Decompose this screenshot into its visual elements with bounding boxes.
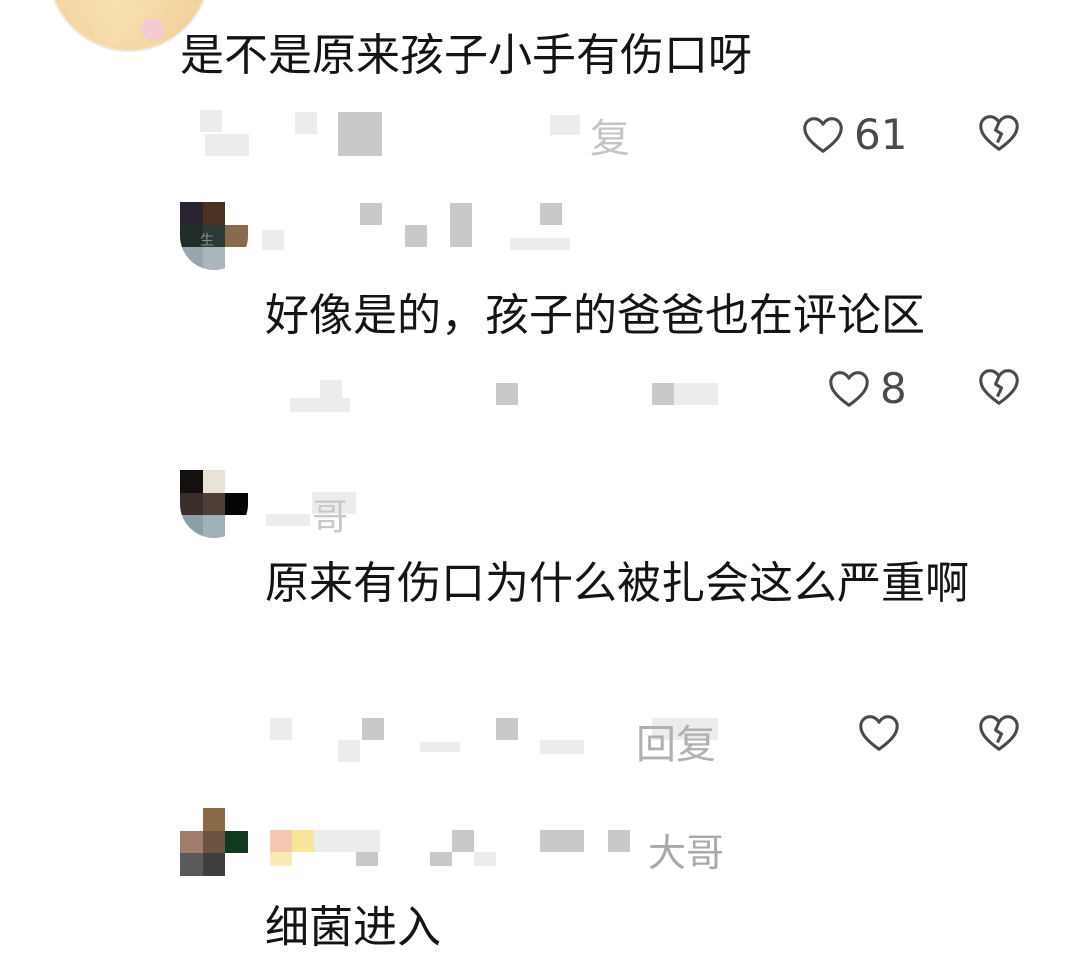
broken-heart-icon [976, 710, 1022, 756]
comment-1-like-count: 61 [854, 110, 908, 159]
comment-1-text: 是不是原来孩子小手有伤口呀 [180, 30, 752, 81]
comment-1-dislike-button[interactable] [976, 110, 1022, 156]
comment-3-reply-fragment[interactable]: 回复 [636, 712, 716, 770]
heart-outline-icon [800, 112, 846, 158]
avatar-comment-2[interactable] [180, 202, 248, 270]
avatar-comment-4[interactable] [180, 808, 248, 876]
comment-2-avatar-char: 生 [200, 233, 214, 249]
comment-2-like-count: 8 [880, 364, 907, 413]
broken-heart-icon [976, 110, 1022, 156]
comment-3-text: 原来有伤口为什么被扎会这么严重啊 [265, 558, 969, 609]
avatar-comment-3[interactable] [180, 470, 248, 538]
avatar-cheek [142, 18, 164, 40]
comment-3-username-fragment: 哥 [312, 497, 349, 538]
heart-outline-icon [826, 366, 872, 412]
broken-heart-icon [976, 364, 1022, 410]
comment-2-like-button[interactable]: 8 [826, 364, 907, 413]
comment-2-dislike-button[interactable] [976, 364, 1022, 410]
comment-3-dislike-button[interactable] [976, 710, 1022, 756]
comment-3-like-button[interactable] [856, 710, 910, 756]
comment-1-like-button[interactable]: 61 [800, 110, 907, 159]
heart-outline-icon [856, 710, 902, 756]
comment-4-text: 细菌进入 [265, 902, 441, 953]
comment-4-username-fragment: 大哥 [648, 831, 725, 875]
comment-2-text: 好像是的，孩子的爸爸也在评论区 [265, 290, 925, 341]
comment-1-reply-fragment[interactable]: 复 [590, 106, 630, 164]
